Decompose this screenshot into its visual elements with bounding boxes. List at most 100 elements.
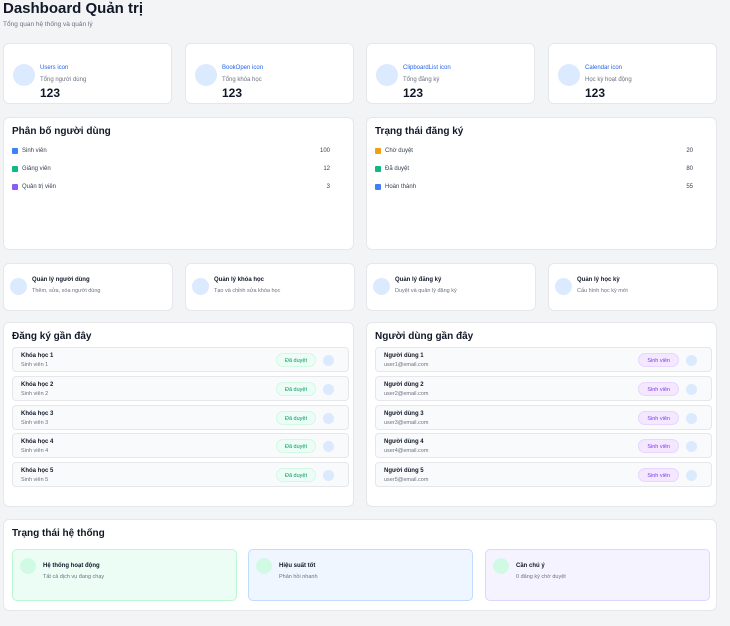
page-header: Dashboard Quản trị Tổng quan hệ thống và…	[3, 0, 143, 28]
card-title: Đăng ký gần đây	[12, 331, 92, 342]
card-title: Người dùng gần đây	[375, 331, 474, 342]
item-sub: user4@email.com	[384, 448, 429, 454]
list-item[interactable]: Khóa học 2 Sinh viên 2 Đã duyệt	[12, 376, 349, 401]
item-title: Khóa học 3	[21, 411, 54, 417]
item-title: Người dùng 1	[384, 353, 424, 359]
action-icon[interactable]	[323, 413, 334, 424]
action-title: Quản lý người dùng	[32, 277, 90, 283]
book-open-icon	[195, 64, 217, 86]
row-value: 55	[686, 184, 693, 190]
list-item[interactable]: Người dùng 1 user1@email.com Sinh viên	[375, 347, 712, 372]
card-title: Trạng thái đăng ký	[375, 126, 464, 137]
status-desc: Tất cả dịch vụ đang chạy	[43, 574, 105, 580]
status-row: Hoàn thành 55	[375, 183, 693, 193]
status-box-performance: Hiệu suất tốt Phản hồi nhanh	[248, 549, 473, 601]
status-title: Hệ thống hoạt động	[43, 563, 100, 569]
stat-value: 123	[40, 86, 61, 100]
list-item[interactable]: Người dùng 4 user4@email.com Sinh viên	[375, 433, 712, 458]
list-item[interactable]: Khóa học 3 Sinh viên 3 Đã duyệt	[12, 405, 349, 430]
page-title: Dashboard Quản trị	[3, 0, 144, 17]
status-box-running: Hệ thống hoạt động Tất cả dịch vụ đang c…	[12, 549, 237, 601]
row-value: 100	[319, 148, 330, 154]
card-title: Trạng thái hệ thống	[12, 528, 105, 539]
legend-swatch	[375, 148, 381, 154]
row-value: 20	[686, 148, 693, 154]
stat-label: Học kỳ hoạt động	[585, 77, 632, 83]
action-icon[interactable]	[686, 470, 697, 481]
clipboard-list-icon	[373, 278, 390, 295]
action-icon[interactable]	[323, 441, 334, 452]
calendar-icon	[558, 64, 580, 86]
list-item[interactable]: Khóa học 5 Sinh viên 5 Đã duyệt	[12, 462, 349, 487]
role-badge: Sinh viên	[638, 353, 679, 367]
users-icon	[13, 64, 35, 86]
page-subtitle: Tổng quan hệ thống và quản lý	[3, 21, 93, 28]
action-icon[interactable]	[686, 413, 697, 424]
manage-enrollments-button[interactable]: Quản lý đăng ký Duyệt và quản lý đăng ký	[366, 263, 536, 311]
action-icon[interactable]	[323, 470, 334, 481]
action-desc: Cấu hình học kỳ mới	[577, 288, 628, 294]
action-desc: Duyệt và quản lý đăng ký	[395, 288, 457, 294]
alert-icon	[493, 558, 509, 574]
role-badge: Sinh viên	[638, 468, 679, 482]
legend-swatch	[12, 148, 18, 154]
action-desc: Thêm, sửa, xóa người dùng	[32, 288, 101, 294]
action-icon[interactable]	[686, 355, 697, 366]
item-title: Khóa học 2	[21, 382, 54, 388]
stat-value: 123	[403, 86, 424, 100]
item-title: Khóa học 5	[21, 468, 54, 474]
legend-swatch	[375, 184, 381, 190]
stat-card-users: Users icon Tổng người dùng 123	[3, 43, 172, 104]
action-icon[interactable]	[686, 441, 697, 452]
clipboard-list-icon	[376, 64, 398, 86]
legend-swatch	[375, 166, 381, 172]
recent-enrollments-card: Đăng ký gần đây Khóa học 1 Sinh viên 1 Đ…	[3, 322, 354, 507]
clipboard-list-icon-label: ClipboardList icon	[403, 65, 451, 71]
role-badge: Sinh viên	[638, 382, 679, 396]
stat-value: 123	[222, 86, 243, 100]
action-desc: Tạo và chỉnh sửa khóa học	[214, 288, 281, 294]
list-item[interactable]: Người dùng 3 user3@email.com Sinh viên	[375, 405, 712, 430]
action-icon[interactable]	[323, 384, 334, 395]
manage-users-button[interactable]: Quản lý người dùng Thêm, sửa, xóa người …	[3, 263, 173, 311]
users-icon-label: Users icon	[40, 65, 69, 71]
item-title: Người dùng 2	[384, 382, 424, 388]
stat-card-courses: BookOpen icon Tổng khóa học 123	[185, 43, 354, 104]
row-label: Quản trị viên	[22, 184, 57, 190]
stat-label: Tổng khóa học	[222, 77, 262, 83]
list-item[interactable]: Khóa học 1 Sinh viên 1 Đã duyệt	[12, 347, 349, 372]
item-sub: user5@email.com	[384, 477, 429, 483]
list-item[interactable]: Người dùng 2 user2@email.com Sinh viên	[375, 376, 712, 401]
recent-users-card: Người dùng gần đây Người dùng 1 user1@em…	[366, 322, 717, 507]
row-label: Chờ duyệt	[385, 148, 413, 154]
distribution-row: Giảng viên 12	[12, 165, 330, 175]
manage-semesters-button[interactable]: Quản lý học kỳ Cấu hình học kỳ mới	[548, 263, 718, 311]
item-sub: user2@email.com	[384, 391, 429, 397]
status-row: Đã duyệt 80	[375, 165, 693, 175]
stat-label: Tổng người dùng	[40, 77, 87, 83]
action-icon[interactable]	[686, 384, 697, 395]
distribution-row: Sinh viên 100	[12, 147, 330, 157]
status-box-attention: Cần chú ý 0 đăng ký chờ duyệt	[485, 549, 710, 601]
item-title: Khóa học 1	[21, 353, 54, 359]
card-title: Phân bố người dùng	[12, 126, 111, 137]
activity-icon	[256, 558, 272, 574]
status-badge: Đã duyệt	[275, 411, 316, 425]
status-badge: Đã duyệt	[275, 439, 316, 453]
stat-value: 123	[585, 86, 606, 100]
row-label: Giảng viên	[22, 166, 51, 172]
status-title: Hiệu suất tốt	[279, 563, 316, 569]
manage-courses-button[interactable]: Quản lý khóa học Tạo và chỉnh sửa khóa h…	[185, 263, 355, 311]
book-open-icon	[192, 278, 209, 295]
action-icon[interactable]	[323, 355, 334, 366]
list-item[interactable]: Khóa học 4 Sinh viên 4 Đã duyệt	[12, 433, 349, 458]
role-badge: Sinh viên	[638, 439, 679, 453]
action-title: Quản lý đăng ký	[395, 277, 442, 283]
item-sub: user1@email.com	[384, 362, 429, 368]
list-item[interactable]: Người dùng 5 user5@email.com Sinh viên	[375, 462, 712, 487]
row-label: Sinh viên	[22, 148, 47, 154]
legend-swatch	[12, 166, 18, 172]
stat-card-enrollments: ClipboardList icon Tổng đăng ký 123	[366, 43, 535, 104]
enrollment-status-card: Trạng thái đăng ký Chờ duyệt 20 Đã duyệt…	[366, 117, 717, 250]
row-label: Đã duyệt	[385, 166, 410, 172]
